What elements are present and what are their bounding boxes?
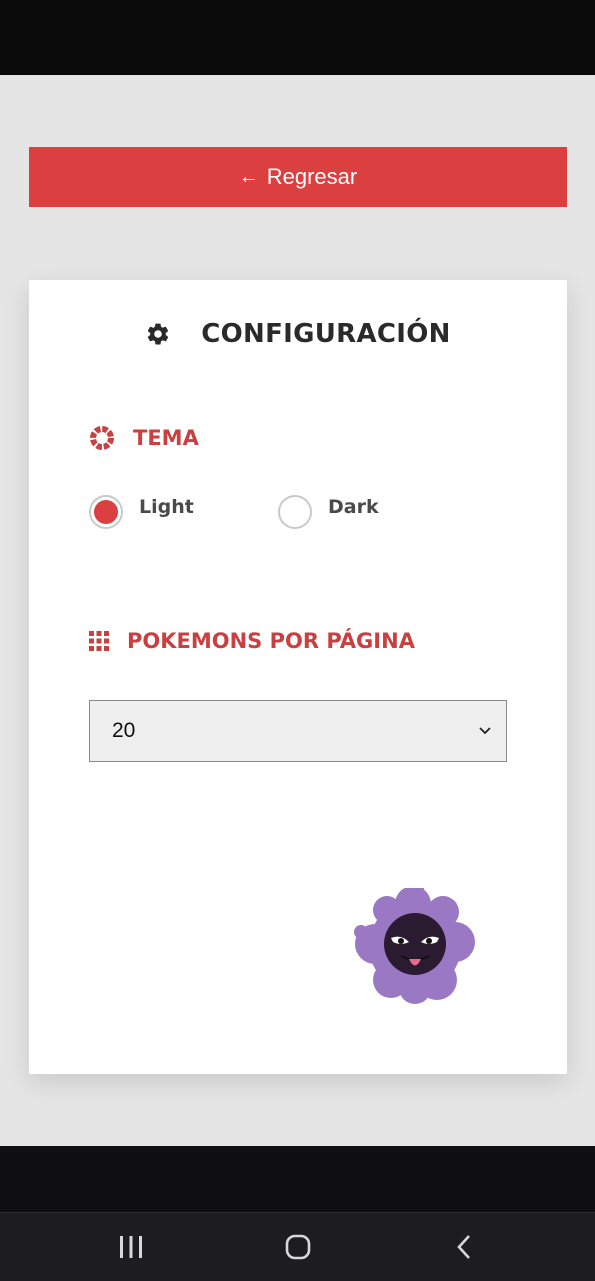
status-bar — [0, 0, 595, 75]
theme-option-light[interactable]: Light — [89, 495, 194, 529]
system-nav-bar — [0, 1212, 595, 1281]
per-page-selected-value: 20 — [112, 719, 136, 742]
theme-section-label: TEMA — [133, 426, 199, 450]
grid-icon — [89, 631, 109, 651]
per-page-section-label: POKEMONS POR PÁGINA — [127, 629, 415, 653]
back-icon — [457, 1235, 470, 1259]
light-radio-label: Light — [139, 496, 194, 518]
back-button-label: Regresar — [266, 164, 358, 189]
gastly-ghost-image — [354, 888, 475, 1004]
nav-back-button[interactable] — [444, 1227, 484, 1267]
per-page-select[interactable]: 20 — [89, 700, 507, 762]
recent-apps-icon — [120, 1236, 142, 1258]
per-page-section-header: POKEMONS POR PÁGINA — [89, 629, 415, 653]
page-title-text: CONFIGURACIÓN — [201, 319, 451, 349]
chevron-down-icon — [479, 727, 491, 735]
settings-card: CONFIGURACIÓN TEMA Light Dark POKEMONS P… — [29, 280, 567, 1074]
screen-bottom-bar — [0, 1146, 595, 1212]
lifebuoy-icon — [90, 426, 114, 450]
dark-radio-button[interactable] — [278, 495, 312, 529]
home-button[interactable] — [278, 1227, 318, 1267]
back-button[interactable]: ← Regresar — [29, 147, 567, 207]
dark-radio-label: Dark — [328, 496, 379, 518]
theme-option-dark[interactable]: Dark — [278, 495, 379, 529]
recent-apps-button[interactable] — [111, 1227, 151, 1267]
home-icon — [285, 1234, 311, 1260]
light-radio-button[interactable] — [89, 495, 123, 529]
back-arrow-icon: ← — [238, 165, 259, 188]
page-title: CONFIGURACIÓN — [29, 310, 567, 358]
gear-icon — [148, 323, 169, 345]
theme-section-header: TEMA — [89, 425, 199, 451]
